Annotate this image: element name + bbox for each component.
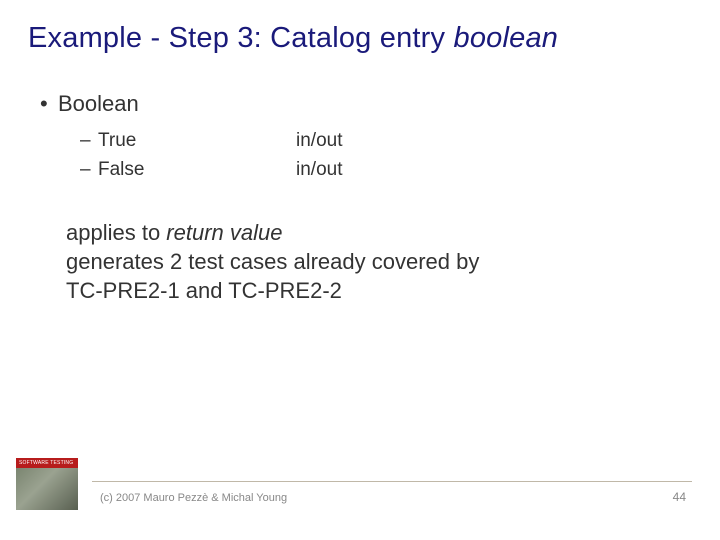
thumb-title-bar: SOFTWARE TESTING xyxy=(16,458,78,468)
dash-icon: – xyxy=(80,127,98,156)
body-text: applies to return value generates 2 test… xyxy=(66,218,692,305)
sub-row-true: – True in/out xyxy=(80,127,692,156)
sub-label: False xyxy=(98,156,296,185)
book-cover-thumbnail: SOFTWARE TESTING xyxy=(16,458,78,514)
body-line1-italic: return value xyxy=(166,220,282,245)
bullet-dot: • xyxy=(40,91,58,117)
dash-icon: – xyxy=(80,156,98,185)
sub-row-false: – False in/out xyxy=(80,156,692,185)
slide-title: Example - Step 3: Catalog entry boolean xyxy=(28,22,692,55)
body-line1-prefix: applies to xyxy=(66,220,166,245)
footer-divider xyxy=(92,481,692,482)
title-prefix: Example - Step 3: Catalog entry xyxy=(28,22,454,54)
body-line-2: generates 2 test cases already covered b… xyxy=(66,247,692,276)
sub-label: True xyxy=(98,127,296,156)
body-line-1: applies to return value xyxy=(66,218,692,247)
sub-bullet-list: – True in/out – False in/out xyxy=(80,127,692,184)
slide: Example - Step 3: Catalog entry boolean … xyxy=(0,0,720,540)
thumb-image xyxy=(16,468,78,510)
title-italic: boolean xyxy=(454,22,559,54)
sub-value: in/out xyxy=(296,156,342,185)
sub-value: in/out xyxy=(296,127,342,156)
bullet-label: Boolean xyxy=(58,91,139,116)
body-line-3: TC-PRE2-1 and TC-PRE2-2 xyxy=(66,276,692,305)
copyright-text: (c) 2007 Mauro Pezzè & Michal Young xyxy=(100,492,287,504)
bullet-boolean: •Boolean xyxy=(40,91,692,117)
page-number: 44 xyxy=(673,490,686,504)
